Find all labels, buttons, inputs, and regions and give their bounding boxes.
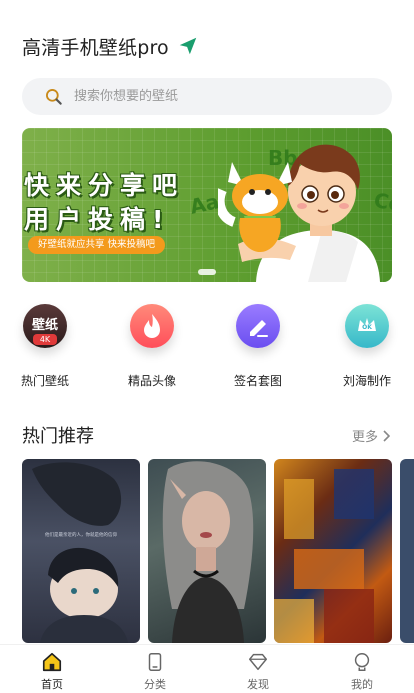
card-overlay-text: 他们是最亲近的人，你就是他的信仰 <box>45 533 117 538</box>
wallpaper-card[interactable] <box>274 459 392 643</box>
tab-discover[interactable]: 发现 <box>228 651 288 692</box>
promo-banner[interactable]: 快来分享吧 用户投稿! 好壁纸就应共享 快来投稿吧 Aa Bb Cc <box>22 128 392 282</box>
tab-label: 发现 <box>247 678 269 691</box>
tab-mine[interactable]: 我的 <box>332 651 392 692</box>
diamond-icon <box>249 653 267 671</box>
bottom-tab-bar: 首页 分类 发现 我的 <box>0 644 414 693</box>
category-notch[interactable]: OK 刘海制作 <box>332 304 402 388</box>
wallpaper-card[interactable] <box>148 459 266 643</box>
send-icon[interactable] <box>177 35 199 57</box>
hot-section-title: 热门推荐 <box>22 426 94 447</box>
category-label: 签名套图 <box>233 374 282 388</box>
category-avatar[interactable]: 精品头像 <box>117 304 187 388</box>
banner-subheadline: 用户投稿! <box>24 205 171 234</box>
category-signature[interactable]: 签名套图 <box>223 304 293 388</box>
wallpaper-badge-text: 壁纸 <box>31 318 58 333</box>
search-bar[interactable] <box>22 78 392 115</box>
banner-headline: 快来分享吧 <box>24 171 185 200</box>
anime-boy-image <box>32 462 128 643</box>
abstract-painting-image <box>274 469 374 643</box>
banner-tagline: 好壁纸就应共享 快来投稿吧 <box>28 236 166 254</box>
category-label: 刘海制作 <box>342 374 391 388</box>
tab-label: 分类 <box>144 678 166 691</box>
tab-home[interactable]: 首页 <box>22 651 82 692</box>
pen-icon <box>236 304 280 348</box>
category-label: 精品头像 <box>127 374 176 388</box>
search-input[interactable] <box>72 88 366 105</box>
tab-category[interactable]: 分类 <box>125 651 185 692</box>
notch-badge-text: OK <box>362 324 372 331</box>
elf-girl-image <box>162 461 254 643</box>
banner-illustration <box>218 144 380 282</box>
person-icon <box>354 653 370 671</box>
more-link[interactable]: 更多 <box>352 426 390 445</box>
crown-icon: OK <box>345 304 389 348</box>
wallpaper-badge-4k: 4K <box>33 334 57 345</box>
banner-letter: Aa <box>187 189 222 219</box>
category-label: 热门壁纸 <box>20 374 69 388</box>
search-icon <box>46 88 62 105</box>
home-icon <box>42 652 62 672</box>
tab-label: 我的 <box>351 678 373 691</box>
flame-icon <box>130 304 174 348</box>
wallpaper-card[interactable]: 他们是最亲近的人，你就是他的信仰 <box>22 459 140 643</box>
app-header: 高清手机壁纸pro <box>22 30 199 62</box>
wallpaper-4k-icon: 壁纸 4K <box>23 304 67 348</box>
category-hot-wallpaper[interactable]: 壁纸 4K 热门壁纸 <box>10 304 80 388</box>
phone-icon <box>148 653 162 671</box>
carousel-indicator <box>198 269 216 275</box>
tab-label: 首页 <box>41 678 63 691</box>
app-title: 高清手机壁纸pro <box>22 36 169 59</box>
wallpaper-card[interactable] <box>400 459 414 643</box>
chevron-right-icon <box>383 429 390 442</box>
more-label: 更多 <box>351 430 378 445</box>
